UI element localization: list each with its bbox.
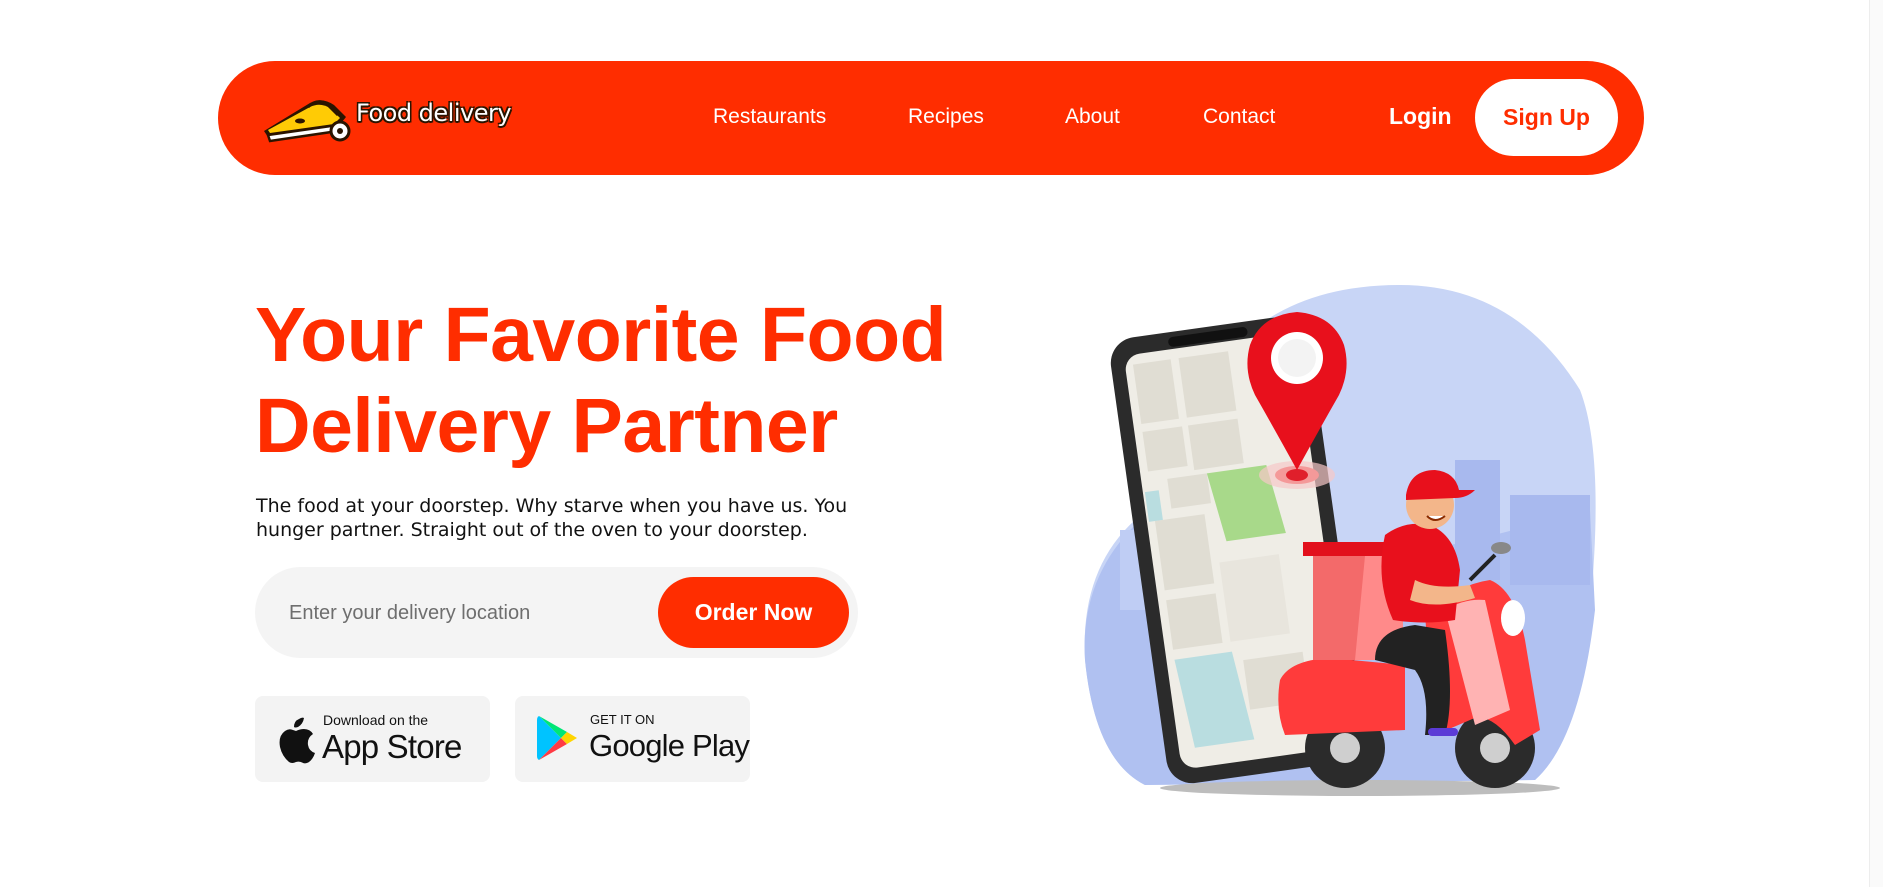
delivery-location-input[interactable] bbox=[289, 591, 629, 635]
login-link[interactable]: Login bbox=[1389, 103, 1452, 130]
delivery-location-form: Order Now bbox=[255, 567, 858, 658]
hero-description-line-1: The food at your doorstep. Why starve wh… bbox=[256, 495, 848, 517]
hero-description-line-2: hunger partner. Straight out of the oven… bbox=[256, 519, 808, 541]
google-play-badge[interactable]: GET IT ON Google Play bbox=[515, 696, 750, 782]
app-store-small-text: Download on the bbox=[323, 712, 429, 728]
hero-title-line-1: Your Favorite Food bbox=[255, 292, 947, 378]
hero-description: The food at your doorstep. Why starve wh… bbox=[256, 494, 876, 542]
nav-link-about[interactable]: About bbox=[1065, 105, 1120, 129]
scrollbar-track[interactable] bbox=[1869, 0, 1883, 887]
pizza-slice-logo-icon bbox=[264, 100, 351, 143]
google-play-small-text: GET IT ON bbox=[590, 712, 655, 727]
apple-icon bbox=[279, 717, 315, 764]
navbar: Food delivery Restaurants Recipes About … bbox=[218, 61, 1644, 175]
google-play-big-text: Google Play bbox=[589, 728, 750, 763]
nav-link-recipes[interactable]: Recipes bbox=[908, 105, 984, 129]
brand-logo[interactable]: Food delivery bbox=[260, 91, 512, 143]
hero-title: Your Favorite Food Delivery Partner bbox=[255, 290, 1015, 472]
nav-link-contact[interactable]: Contact bbox=[1203, 105, 1275, 129]
delivery-scooter-phone-map-illustration bbox=[1084, 285, 1596, 796]
app-store-big-text: App Store bbox=[322, 728, 462, 765]
app-store-badge[interactable]: Download on the App Store bbox=[255, 696, 490, 782]
nav-link-restaurants[interactable]: Restaurants bbox=[713, 105, 826, 129]
google-play-icon bbox=[537, 716, 577, 760]
order-now-button[interactable]: Order Now bbox=[658, 577, 849, 648]
signup-button[interactable]: Sign Up bbox=[1475, 79, 1618, 156]
brand-name: Food delivery bbox=[356, 99, 512, 127]
hero-title-line-2: Delivery Partner bbox=[255, 383, 838, 469]
